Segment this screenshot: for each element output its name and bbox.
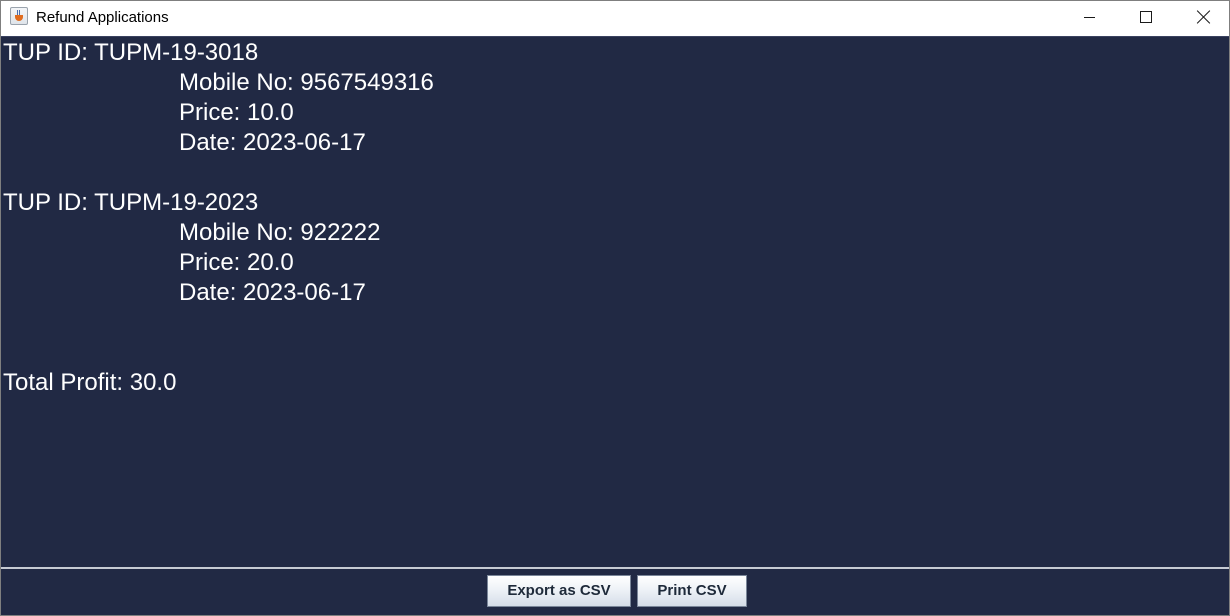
total-profit: Total Profit: 30.0 [3, 369, 177, 396]
action-bar: Export as CSV Print CSV [1, 569, 1229, 615]
record-mobile: Mobile No: 9567549316 [179, 69, 434, 96]
record-tup-id: TUP ID: TUPM-19-3018 [3, 39, 259, 66]
record-price: Price: 20.0 [179, 249, 294, 276]
maximize-icon [1140, 11, 1152, 23]
record-date: Date: 2023-06-17 [179, 129, 366, 156]
close-button[interactable] [1173, 1, 1230, 35]
window-title: Refund Applications [36, 9, 169, 26]
print-csv-button[interactable]: Print CSV [637, 575, 747, 607]
minimize-button[interactable] [1061, 1, 1119, 35]
java-app-icon [10, 7, 28, 25]
close-icon [1197, 10, 1211, 24]
refund-applications-window: Refund Applications TUP ID: TUPM-19-3018… [0, 0, 1230, 616]
maximize-button[interactable] [1118, 1, 1176, 35]
record-price: Price: 10.0 [179, 99, 294, 126]
record-mobile: Mobile No: 922222 [179, 219, 381, 246]
title-bar[interactable]: Refund Applications [1, 1, 1229, 35]
record-tup-id: TUP ID: TUPM-19-2023 [3, 189, 259, 216]
export-csv-button[interactable]: Export as CSV [487, 575, 631, 607]
record-date: Date: 2023-06-17 [179, 279, 366, 306]
refund-report-area: TUP ID: TUPM-19-3018 Mobile No: 95675493… [1, 36, 1229, 568]
minimize-icon [1084, 17, 1095, 18]
